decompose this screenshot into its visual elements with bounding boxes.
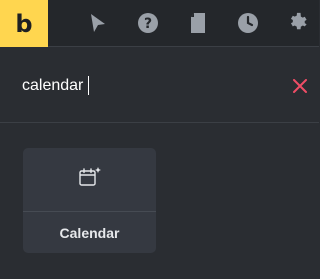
brand-logo-text: b xyxy=(15,9,33,38)
calendar-icon xyxy=(78,166,102,193)
history-icon[interactable] xyxy=(236,11,260,35)
document-icon[interactable] xyxy=(186,11,210,35)
close-icon[interactable] xyxy=(291,77,309,95)
svg-text:?: ? xyxy=(144,16,152,32)
result-card-calendar[interactable]: Calendar xyxy=(23,148,156,253)
search-bar xyxy=(0,48,319,123)
brand-logo[interactable]: b xyxy=(0,0,48,47)
search-input[interactable] xyxy=(22,74,272,98)
top-toolbar: b ? xyxy=(0,0,319,47)
text-caret xyxy=(88,76,89,95)
result-card-label: Calendar xyxy=(59,224,120,241)
pointer-icon[interactable] xyxy=(86,11,110,35)
card-icon-area xyxy=(23,148,156,211)
help-icon[interactable]: ? xyxy=(136,11,160,35)
settings-icon[interactable] xyxy=(286,11,310,35)
